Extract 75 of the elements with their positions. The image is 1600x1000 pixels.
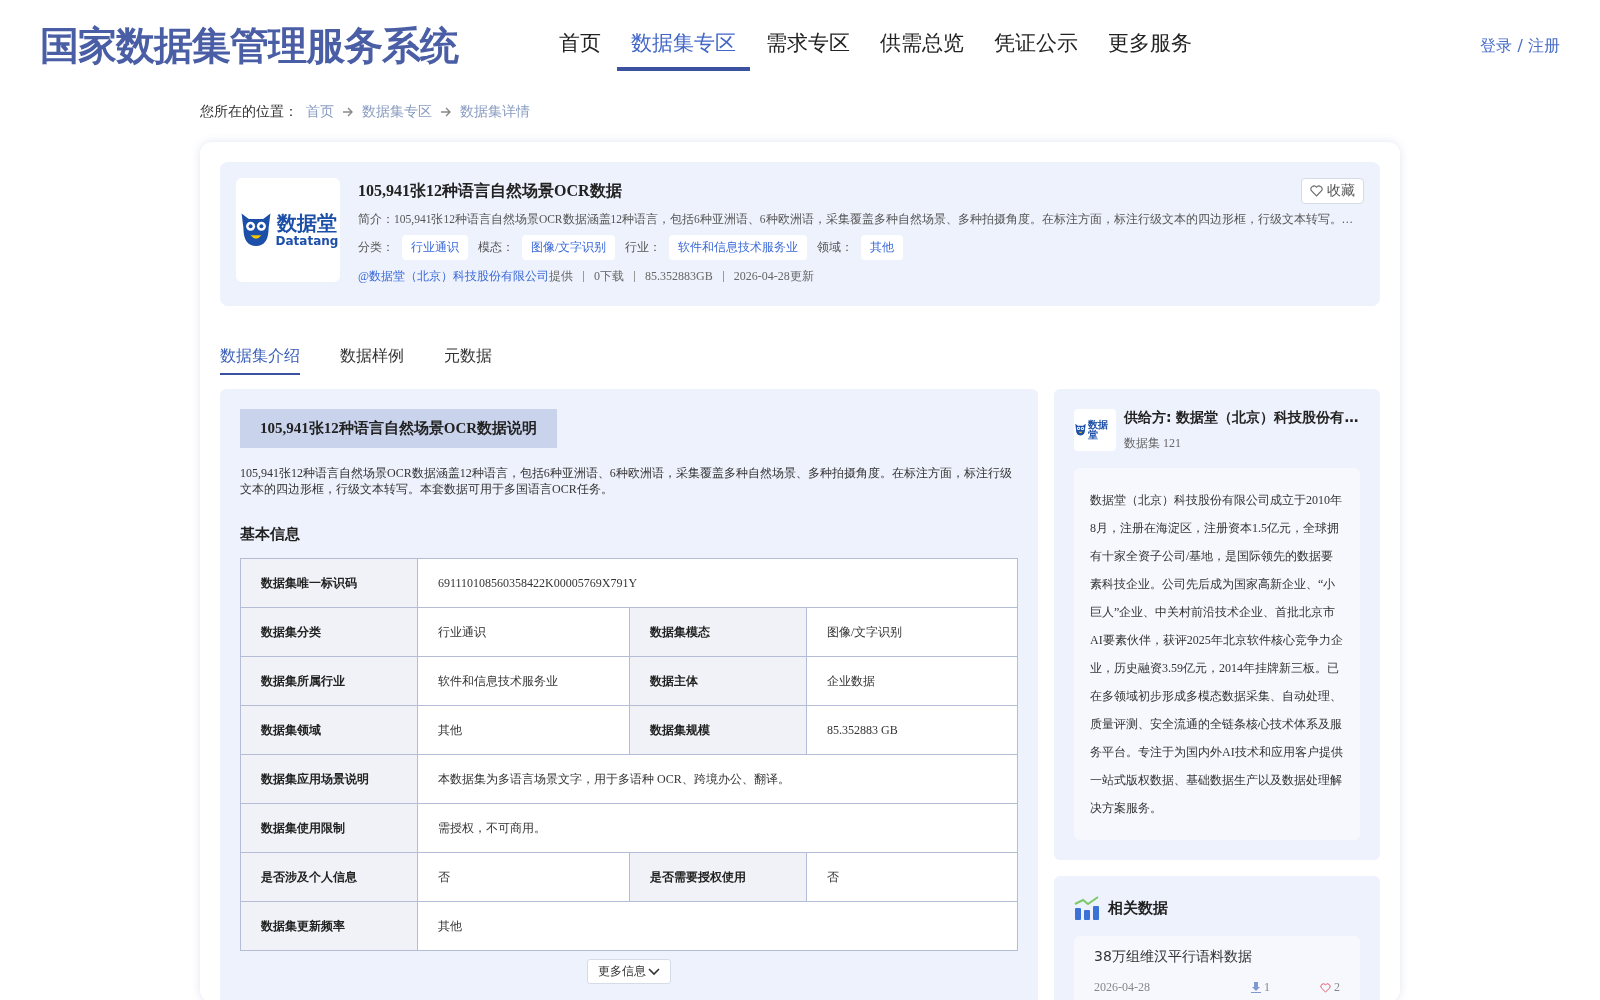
- content-tab[interactable]: 数据集介绍: [220, 346, 300, 375]
- favorite-button[interactable]: 收藏: [1301, 178, 1364, 204]
- arrow-icon: [342, 107, 354, 117]
- field-label: 是否涉及个人信息: [241, 853, 418, 903]
- logo-text: Datatang: [275, 235, 339, 247]
- field-value: 软件和信息技术服务业: [418, 657, 630, 707]
- breadcrumb-label: 您所在的位置：: [200, 103, 298, 121]
- field-value: 其他: [418, 706, 630, 756]
- field-label: 数据集领域: [241, 706, 418, 756]
- tag-label: 行业：: [625, 239, 662, 256]
- tag: 图像/文字识别: [522, 235, 616, 260]
- nav-tab[interactable]: 凭证公示: [980, 21, 1092, 71]
- nav-tab[interactable]: 数据集专区: [617, 21, 750, 71]
- dataset-stat: 0下载: [594, 268, 625, 285]
- related-date: 2026-04-28: [1094, 980, 1150, 995]
- dataset-count: 数据集 121: [1124, 435, 1182, 452]
- field-label: 是否需要授权使用: [630, 853, 807, 903]
- field-label: 数据集所属行业: [241, 657, 418, 707]
- field-value: 691110108560358422K00005769X791Y: [418, 559, 1018, 609]
- supplier-description: 数据堂（北京）科技股份有限公司成立于2010年8月，注册在海淀区，注册资本1.5亿元，全球拥有十家全资子公司/基地，是国际领先的数据要素科技企业。公司先后成为国家高新企业、“小巨人”企业、中关村前沿技术企业、首批北京市AI要素伙伴，获评2025年北京软件核心竞争力企业，历史融资3.59亿元，2014年挂牌新三板。已在多领域初步形成多模态数据采集、自动处理、质量评测、安全流通的全链条核心技术体系及服务平台。专注于为国内外AI技术和应用客户提供一站式版权数据、基础数据生产以及数据处理解决方案服务。: [1074, 468, 1360, 840]
- field-label: 数据集应用场景说明: [241, 755, 418, 805]
- provider-suffix: 提供: [549, 268, 574, 285]
- chevron-down-icon: [648, 967, 660, 976]
- tag-label: 模态：: [478, 239, 514, 256]
- logo-text: 数据堂: [1088, 420, 1110, 440]
- dataset-title: 105,941张12种语言自然场景OCR数据: [358, 180, 622, 201]
- nav-tab[interactable]: 需求专区: [752, 21, 864, 71]
- field-value: 其他: [418, 902, 1018, 952]
- dataset-stat: 2026-04-28更新: [733, 268, 814, 285]
- intro-heading: 105,941张12种语言自然场景OCR数据说明: [240, 409, 558, 448]
- field-label: 数据主体: [630, 657, 807, 707]
- field-value: 需授权，不可商用。: [418, 804, 1018, 854]
- content-tab[interactable]: 元数据: [444, 346, 492, 375]
- download-count: 1: [1251, 980, 1270, 995]
- like-count: 2: [1320, 980, 1340, 995]
- tag: 其他: [861, 235, 904, 260]
- nav-tab[interactable]: 更多服务: [1094, 21, 1206, 71]
- field-label: 数据集更新频率: [241, 902, 418, 952]
- content-tab[interactable]: 数据样例: [340, 346, 404, 375]
- tag-label: 领域：: [817, 239, 854, 256]
- download-icon: [1251, 982, 1261, 993]
- supplier-name: 供给方: 数据堂（北京）科技股份有…: [1124, 409, 1359, 427]
- provider-link[interactable]: @数据堂（北京）科技股份有限公司: [358, 269, 550, 283]
- section-title: 基本信息: [240, 525, 301, 545]
- intro-description: 105,941张12种语言自然场景OCR数据涵盖12种语言，包括6种亚洲语、6种欧洲语，采集覆盖多种自然场景、多种拍摄角度。在标注方面，标注行级文本的四边形框，行级文本转写。本套数据可用于多国语言OCR任务。: [240, 466, 1013, 498]
- heart-icon: [1320, 982, 1331, 993]
- related-name: 38万组维汉平行语料数据: [1094, 948, 1253, 966]
- related-item[interactable]: 38万组维汉平行语料数据 2026-04-28 1 2: [1074, 936, 1360, 1000]
- field-label: 数据集唯一标识码: [241, 559, 418, 609]
- field-label: 数据集规模: [630, 706, 807, 756]
- logo-text: 数据堂: [277, 213, 337, 233]
- dataset-stat: 85.352883GB: [645, 269, 713, 284]
- related-title: 相关数据: [1108, 898, 1168, 918]
- field-label: 数据集分类: [241, 608, 418, 658]
- arrow-icon: [440, 107, 452, 117]
- nav-tab[interactable]: 供需总览: [866, 21, 978, 71]
- nav-tab[interactable]: 首页: [545, 21, 615, 71]
- field-value: 行业通识: [418, 608, 630, 658]
- field-value: 本数据集为多语言场景文字，用于多语种 OCR、跨境办公、翻译。: [418, 755, 1018, 805]
- field-label: 数据集使用限制: [241, 804, 418, 854]
- heart-icon: [1310, 185, 1323, 197]
- tag-label: 分类：: [358, 239, 394, 256]
- bar-chart-icon: [1074, 896, 1100, 920]
- tag: 行业通识: [402, 235, 468, 260]
- field-value: 否: [418, 853, 630, 903]
- tag: 软件和信息技术服务业: [669, 235, 808, 260]
- field-label: 数据集模态: [630, 608, 807, 658]
- field-value: 图像/文字识别: [807, 608, 1018, 658]
- field-value: 85.352883 GB: [807, 706, 1018, 756]
- field-value: 否: [807, 853, 1018, 903]
- dataset-summary: 简介：105,941张12种语言自然场景OCR数据涵盖12种语言，包括6种亚洲语、6种欧洲语，采集覆盖多种自然场景、多种拍摄角度。在标注方面，标注行级文本的四边形框，行级文本转写。…: [358, 212, 1355, 227]
- login-link[interactable]: 登录 / 注册: [1480, 35, 1560, 57]
- site-title: 国家数据集管理服务系统: [40, 22, 460, 70]
- field-value: 企业数据: [807, 657, 1018, 707]
- more-info-button[interactable]: 更多信息: [587, 959, 671, 985]
